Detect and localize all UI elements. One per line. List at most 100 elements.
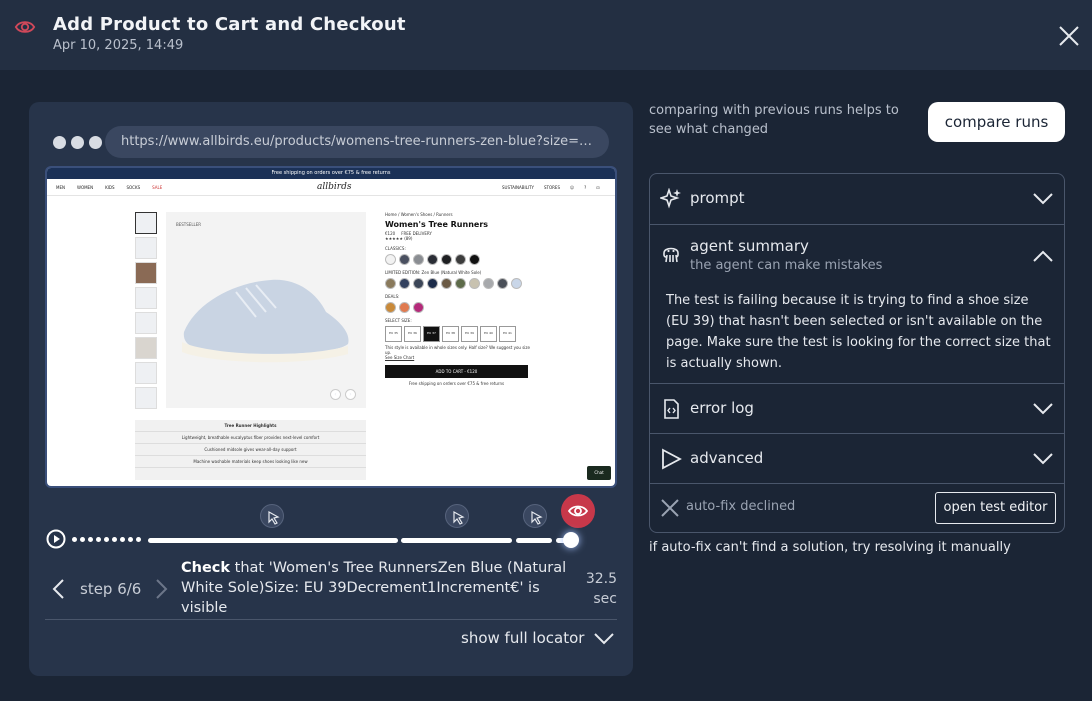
thumbnail [135,362,157,384]
color-swatch [469,278,480,289]
classics-label: CLASSICS: [385,246,406,251]
error-log-label: error log [690,399,754,417]
color-swatch [427,254,438,265]
color-swatch [413,278,424,289]
timeline-scrubber[interactable] [563,532,579,548]
timeline-segment[interactable] [516,538,552,543]
nav-sale: SALE [152,185,163,190]
agent-summary-text: The test is failing because it is trying… [666,293,1051,371]
eye-icon [14,21,36,33]
site-banner: Free shipping on orders over €75 & free … [47,168,615,179]
step-duration-unit: sec [593,591,617,607]
click-action-icon[interactable] [523,504,547,528]
chat-button: Chat [587,466,611,480]
timeline-segment[interactable] [401,538,512,543]
compare-hint: comparing with previous runs helps to se… [649,103,899,137]
color-swatch [455,254,466,265]
color-swatch [385,302,396,313]
divider [45,619,617,620]
chevron-right-icon: › [345,389,356,400]
check-step-eye-icon[interactable] [561,494,595,528]
size-option: EU 39 [461,326,478,342]
color-swatch [413,302,424,313]
color-swatch [441,278,452,289]
show-full-locator-button[interactable]: show full locator [461,629,584,647]
thumbnail [135,212,157,234]
color-swatch [385,254,396,265]
chevron-down-icon[interactable] [1032,402,1054,416]
prompt-section[interactable]: prompt [650,174,1064,225]
user-icon: ☺ [570,185,575,190]
sparkle-icon [660,188,681,209]
code-file-icon [664,399,679,419]
size-option: EU 38 [442,326,459,342]
advanced-section[interactable]: advanced [650,434,1064,484]
step-duration: 32.5 sec [569,569,617,609]
manual-fix-hint: if auto-fix can't find a solution, try r… [649,540,1011,555]
color-swatch [511,278,522,289]
chevron-down-icon[interactable] [1032,192,1054,206]
nav-men: MEN [56,185,65,190]
site-nav: MEN WOMEN KIDS SOCKS SALE allbirds SUSTA… [47,179,615,196]
header-bar: Add Product to Cart and Checkout Apr 10,… [0,0,1092,70]
size-label: SELECT SIZE: [385,318,412,323]
run-timestamp: Apr 10, 2025, 14:49 [53,38,184,53]
color-swatch [455,278,466,289]
chevron-down-icon[interactable] [1032,452,1054,466]
limited-label: LIMITED EDITION: Zen Blue (Natural White… [385,270,482,275]
page-title: Add Product to Cart and Checkout [53,14,406,35]
color-swatch [413,254,424,265]
size-option: EU 36 [404,326,421,342]
step-counter: step 6/6 [80,580,142,598]
deals-label: DEALS: [385,294,400,299]
step-action: Check [181,560,231,576]
advanced-label: advanced [690,449,764,467]
compare-runs-button[interactable]: compare runs [928,102,1065,142]
previous-step-icon[interactable] [50,577,66,601]
click-action-icon[interactable] [445,504,469,528]
size-note: This style is available in whole sizes o… [385,345,530,355]
highlights-title: Tree Runner Highlights [135,420,366,432]
nav-kids: KIDS [105,185,115,190]
play-icon[interactable] [46,529,66,549]
chevron-left-icon: ‹ [330,389,341,400]
autofix-status: auto-fix declined [686,499,796,514]
size-option: EU 37 [423,326,440,342]
highlight-item: Lightweight, breathable eucalyptus fiber… [135,432,366,444]
breadcrumb: Home / Women's Shoes / Runners [385,212,453,217]
color-swatch [385,278,396,289]
nav-sustainability: SUSTAINABILITY [502,185,535,190]
highlight-item: Machine washable materials keep shoes lo… [135,456,366,468]
nav-women: WOMEN [76,185,94,190]
help-icon: ? [584,185,587,190]
play-triangle-icon [662,448,682,470]
color-swatch [497,278,508,289]
step-text: that 'Women's Tree RunnersZen Blue (Natu… [181,560,567,616]
color-swatch [399,278,410,289]
cart-icon: ⊡ [596,185,600,190]
size-chart-link: See Size Chart [385,355,415,360]
nav-socks: SOCKS [126,185,141,190]
octopus-icon [663,247,679,263]
bestseller-badge: BESTSELLER [176,222,202,227]
open-test-editor-button[interactable]: open test editor [935,492,1056,524]
url-bar: https://www.allbirds.eu/products/womens-… [105,126,609,158]
step-duration-value: 32.5 [585,571,617,587]
timeline-segment[interactable] [148,538,398,543]
click-action-icon[interactable] [260,504,284,528]
close-icon[interactable] [1058,25,1080,47]
size-option: EU 41 [499,326,516,342]
shoe-illustration [182,279,349,363]
replay-panel: https://www.allbirds.eu/products/womens-… [29,102,633,676]
chevron-down-icon[interactable] [593,630,615,648]
thumbnail [135,387,157,409]
autofix-section: auto-fix declined open test editor [650,484,1064,532]
thumbnail [135,337,157,359]
thumbnail [135,312,157,334]
site-logo: allbirds [317,182,352,192]
chevron-up-icon[interactable] [1032,249,1054,263]
product-info: Home / Women's Shoes / Runners Women's T… [385,212,535,386]
next-step-icon[interactable] [154,577,170,601]
details-accordion: prompt agent summary the agent can make … [649,173,1065,533]
error-log-section[interactable]: error log [650,384,1064,434]
